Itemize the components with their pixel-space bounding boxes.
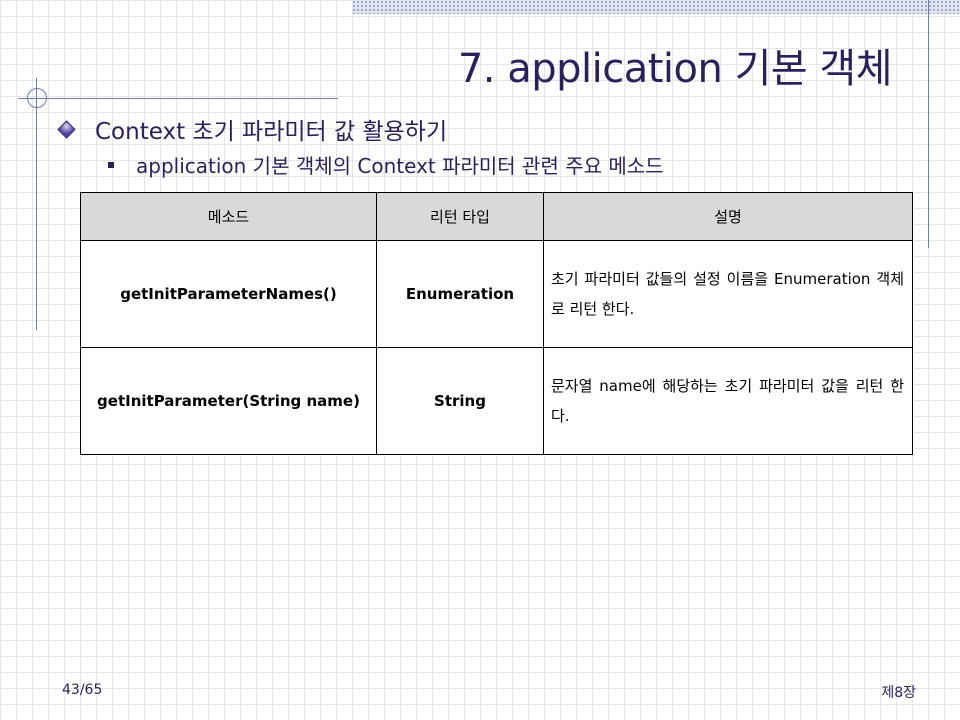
left-decorative-vertical-line: [36, 78, 37, 330]
method-cell: getInitParameterNames(): [80, 240, 377, 348]
square-bullet-icon: [108, 161, 114, 168]
page-number: 43/65: [62, 682, 103, 698]
description-cell: 문자열 name에 해당하는 초기 파라미터 값을 리턴 한다.: [543, 347, 913, 455]
slide-title: 7. application 기본 객체: [457, 46, 893, 92]
decorative-circle: [27, 88, 47, 108]
left-decorative-horizontal-line: [18, 98, 338, 99]
header-description: 설명: [543, 192, 913, 241]
header-method: 메소드: [80, 192, 377, 241]
table-row: getInitParameter(String name) String 문자열…: [80, 347, 913, 455]
diamond-bullet-icon: [57, 119, 76, 139]
return-type-cell: Enumeration: [376, 240, 544, 348]
bullet-level-1: Context 초기 파라미터 값 활용하기: [57, 112, 448, 146]
bullet-level-2-text: application 기본 객체의 Context 파라미터 관련 주요 메소…: [136, 154, 664, 178]
methods-table: 메소드 리턴 타입 설명 getInitParameterNames() Enu…: [80, 192, 913, 455]
bullet-level-1-text: Context 초기 파라미터 값 활용하기: [95, 119, 448, 145]
chapter-label: 제8장: [881, 685, 916, 701]
top-decorative-band: [352, 0, 960, 14]
table-row: getInitParameterNames() Enumeration 초기 파…: [80, 240, 913, 348]
return-type-cell: String: [376, 347, 544, 455]
right-decorative-line: [928, 0, 929, 248]
table-header-row: 메소드 리턴 타입 설명: [80, 192, 913, 241]
header-return-type: 리턴 타입: [376, 192, 544, 241]
bullet-level-2: application 기본 객체의 Context 파라미터 관련 주요 메소…: [108, 150, 664, 179]
description-cell: 초기 파라미터 값들의 설정 이름을 Enumeration 객체로 리턴 한다…: [543, 240, 913, 348]
method-cell: getInitParameter(String name): [80, 347, 377, 455]
